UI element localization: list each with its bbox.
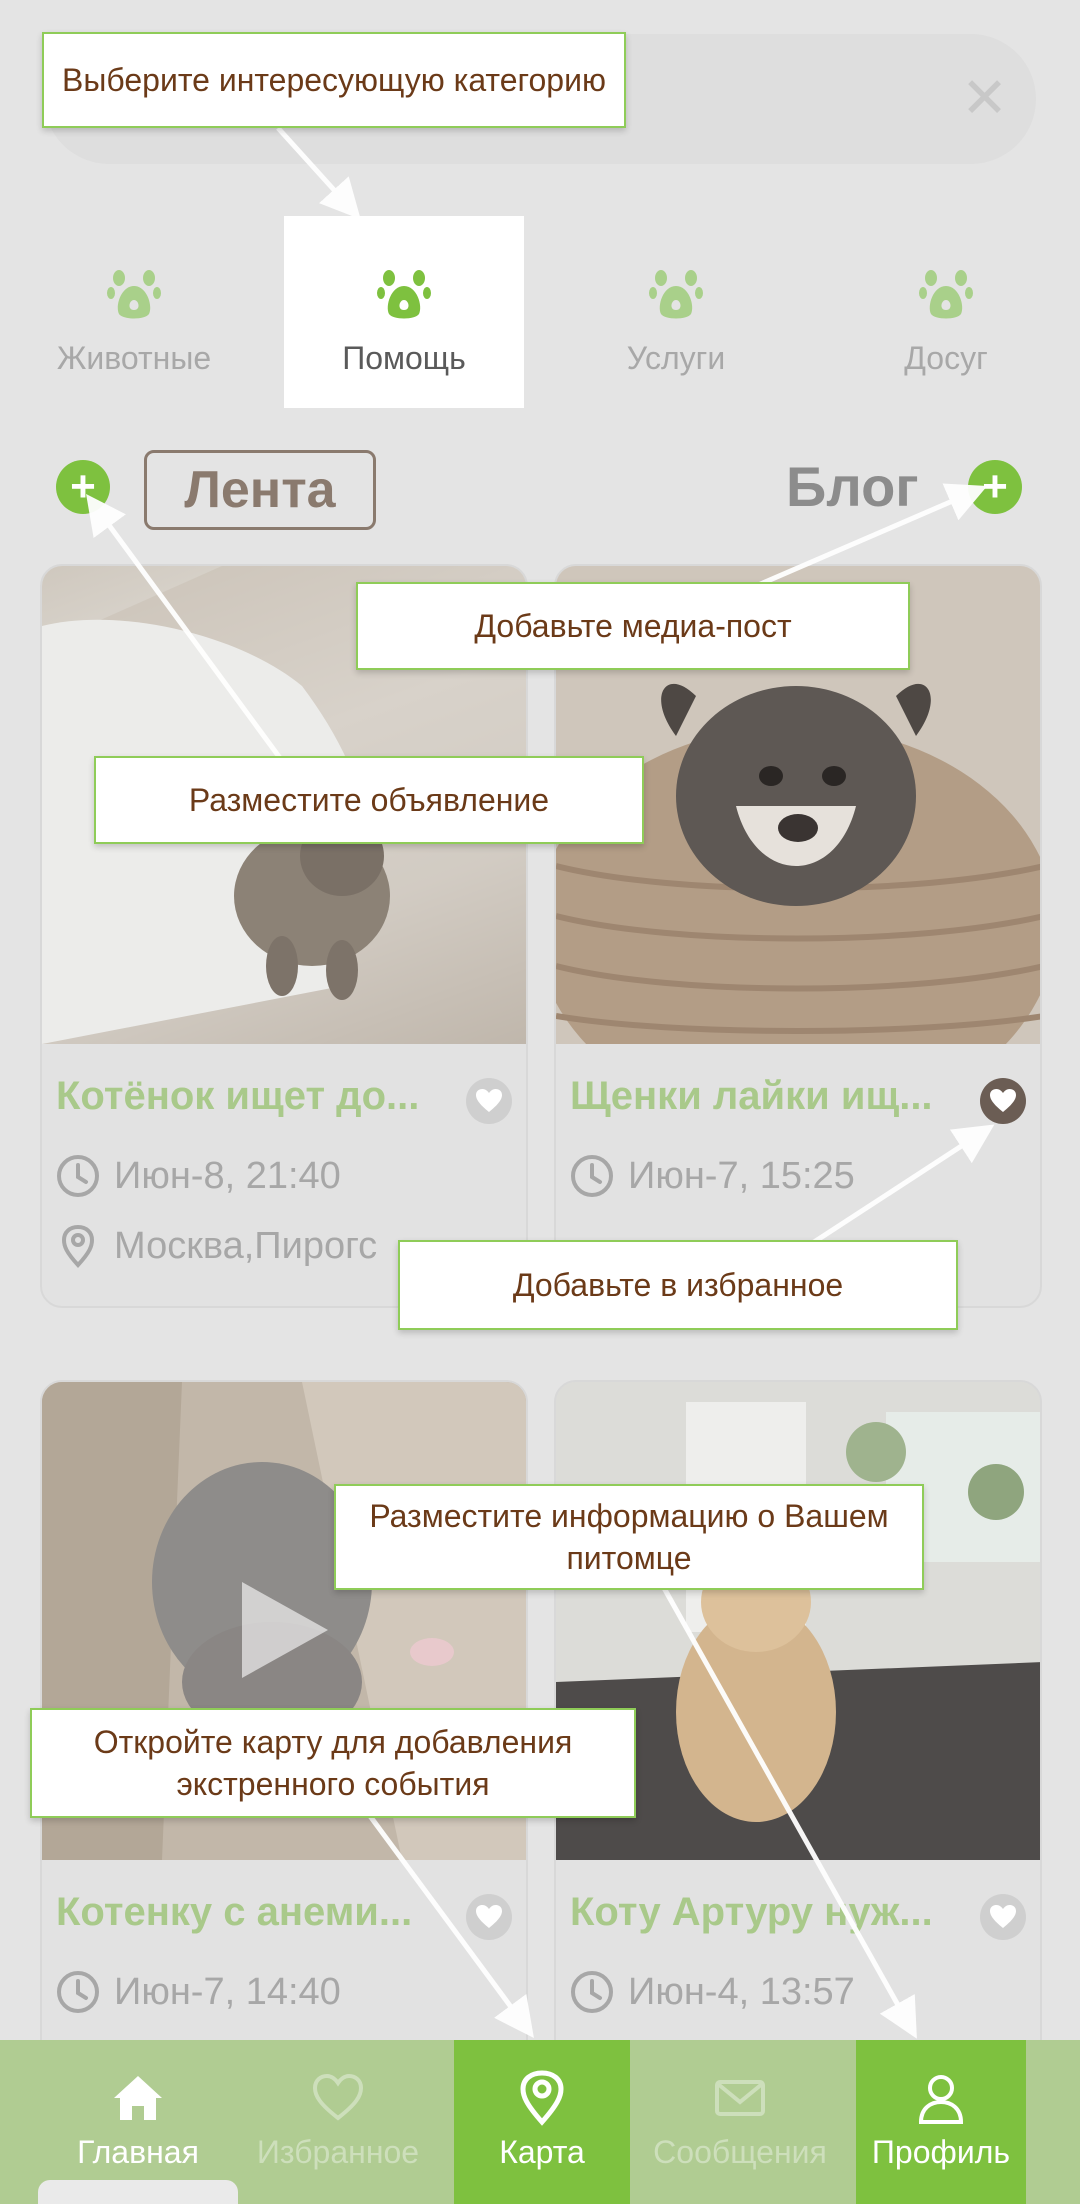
add-media-post-button[interactable]: + xyxy=(968,460,1022,514)
category-label: Животные xyxy=(56,340,212,376)
post-location: Москва,Пирогс xyxy=(56,1224,377,1268)
category-tab-leisure[interactable]: Досуг xyxy=(826,216,1066,408)
tab-feed[interactable]: Лента xyxy=(144,450,376,530)
tooltip-category: Выберите интересующую категорию xyxy=(42,32,626,128)
post-card[interactable]: Котёнок ищет до... Июн-8, 21:40 Москва,П… xyxy=(40,564,528,1308)
paw-icon xyxy=(919,270,973,319)
clock-icon xyxy=(571,1971,613,2013)
nav-item-map[interactable]: Карта xyxy=(454,2040,630,2204)
category-tab-services[interactable]: Услуги xyxy=(556,216,796,408)
category-tabs: Животные Помощь Услуги Досуг xyxy=(0,216,1080,408)
paw-icon xyxy=(107,270,161,319)
tooltip-map: Откройте карту для добавления экстренног… xyxy=(30,1708,636,1818)
close-icon[interactable]: ✕ xyxy=(961,70,1008,126)
nav-item-favorites[interactable]: Избранное xyxy=(248,2040,428,2204)
post-date: Июн-8, 21:40 xyxy=(56,1154,341,1198)
tab-blog[interactable]: Блог xyxy=(786,454,919,519)
post-date: Июн-4, 13:57 xyxy=(570,1970,855,2014)
post-location-text: Москва,Пирогс xyxy=(114,1224,378,1267)
nav-label: Карта xyxy=(499,2134,585,2170)
favorite-button[interactable] xyxy=(466,1894,512,1940)
clock-icon xyxy=(57,1155,99,1197)
heart-icon xyxy=(476,1089,502,1112)
heart-icon xyxy=(990,1089,1016,1112)
envelope-icon xyxy=(715,2080,765,2116)
nav-label: Профиль xyxy=(871,2134,1011,2170)
category-tab-help[interactable]: Помощь xyxy=(284,216,524,408)
paw-icon xyxy=(649,270,703,319)
paw-icon xyxy=(377,270,431,319)
category-tab-animals[interactable]: Животные xyxy=(14,216,254,408)
post-date: Июн-7, 14:40 xyxy=(56,1970,341,2014)
post-date-text: Июн-7, 14:40 xyxy=(114,1970,341,2013)
favorite-button[interactable] xyxy=(466,1078,512,1124)
nav-label: Избранное xyxy=(256,2134,420,2170)
post-date: Июн-7, 15:25 xyxy=(570,1154,855,1198)
favorite-button[interactable] xyxy=(980,1894,1026,1940)
post-title[interactable]: Щенки лайки ищ... xyxy=(570,1074,970,1119)
tooltip-pet-info: Разместите информацию о Вашем питомце xyxy=(334,1484,924,1590)
nav-item-profile[interactable]: Профиль xyxy=(856,2040,1026,2204)
tooltip-ad: Разместите объявление xyxy=(94,756,644,844)
location-pin-icon xyxy=(61,1224,95,1268)
post-title[interactable]: Котенку с анеми... xyxy=(56,1890,456,1935)
post-title[interactable]: Коту Артуру нуж... xyxy=(570,1890,970,1935)
home-indicator xyxy=(38,2180,238,2204)
nav-label: Главная xyxy=(77,2134,199,2170)
heart-icon xyxy=(312,2073,364,2121)
post-card[interactable]: Щенки лайки ищ... Июн-7, 15:25 xyxy=(554,564,1042,1308)
post-date-text: Июн-8, 21:40 xyxy=(114,1154,341,1197)
heart-icon xyxy=(990,1905,1016,1928)
category-label: Услуги xyxy=(626,340,726,376)
nav-label: Сообщения xyxy=(653,2134,827,2170)
post-date-text: Июн-7, 15:25 xyxy=(628,1154,855,1197)
post-title[interactable]: Котёнок ищет до... xyxy=(56,1074,456,1119)
tooltip-favorite: Добавьте в избранное xyxy=(398,1240,958,1330)
clock-icon xyxy=(571,1155,613,1197)
tooltip-media-post: Добавьте медиа-пост xyxy=(356,582,910,670)
heart-icon xyxy=(476,1905,502,1928)
map-pin-icon xyxy=(520,2070,564,2126)
post-date-text: Июн-4, 13:57 xyxy=(628,1970,855,2013)
clock-icon xyxy=(57,1971,99,2013)
category-label: Помощь xyxy=(342,340,466,376)
home-icon xyxy=(114,2076,162,2120)
user-icon xyxy=(918,2075,964,2124)
nav-item-messages[interactable]: Сообщения xyxy=(640,2040,840,2204)
category-label: Досуг xyxy=(904,340,988,376)
favorite-button[interactable] xyxy=(980,1078,1026,1124)
add-ad-button[interactable]: + xyxy=(56,460,110,514)
play-icon[interactable] xyxy=(242,1582,328,1678)
